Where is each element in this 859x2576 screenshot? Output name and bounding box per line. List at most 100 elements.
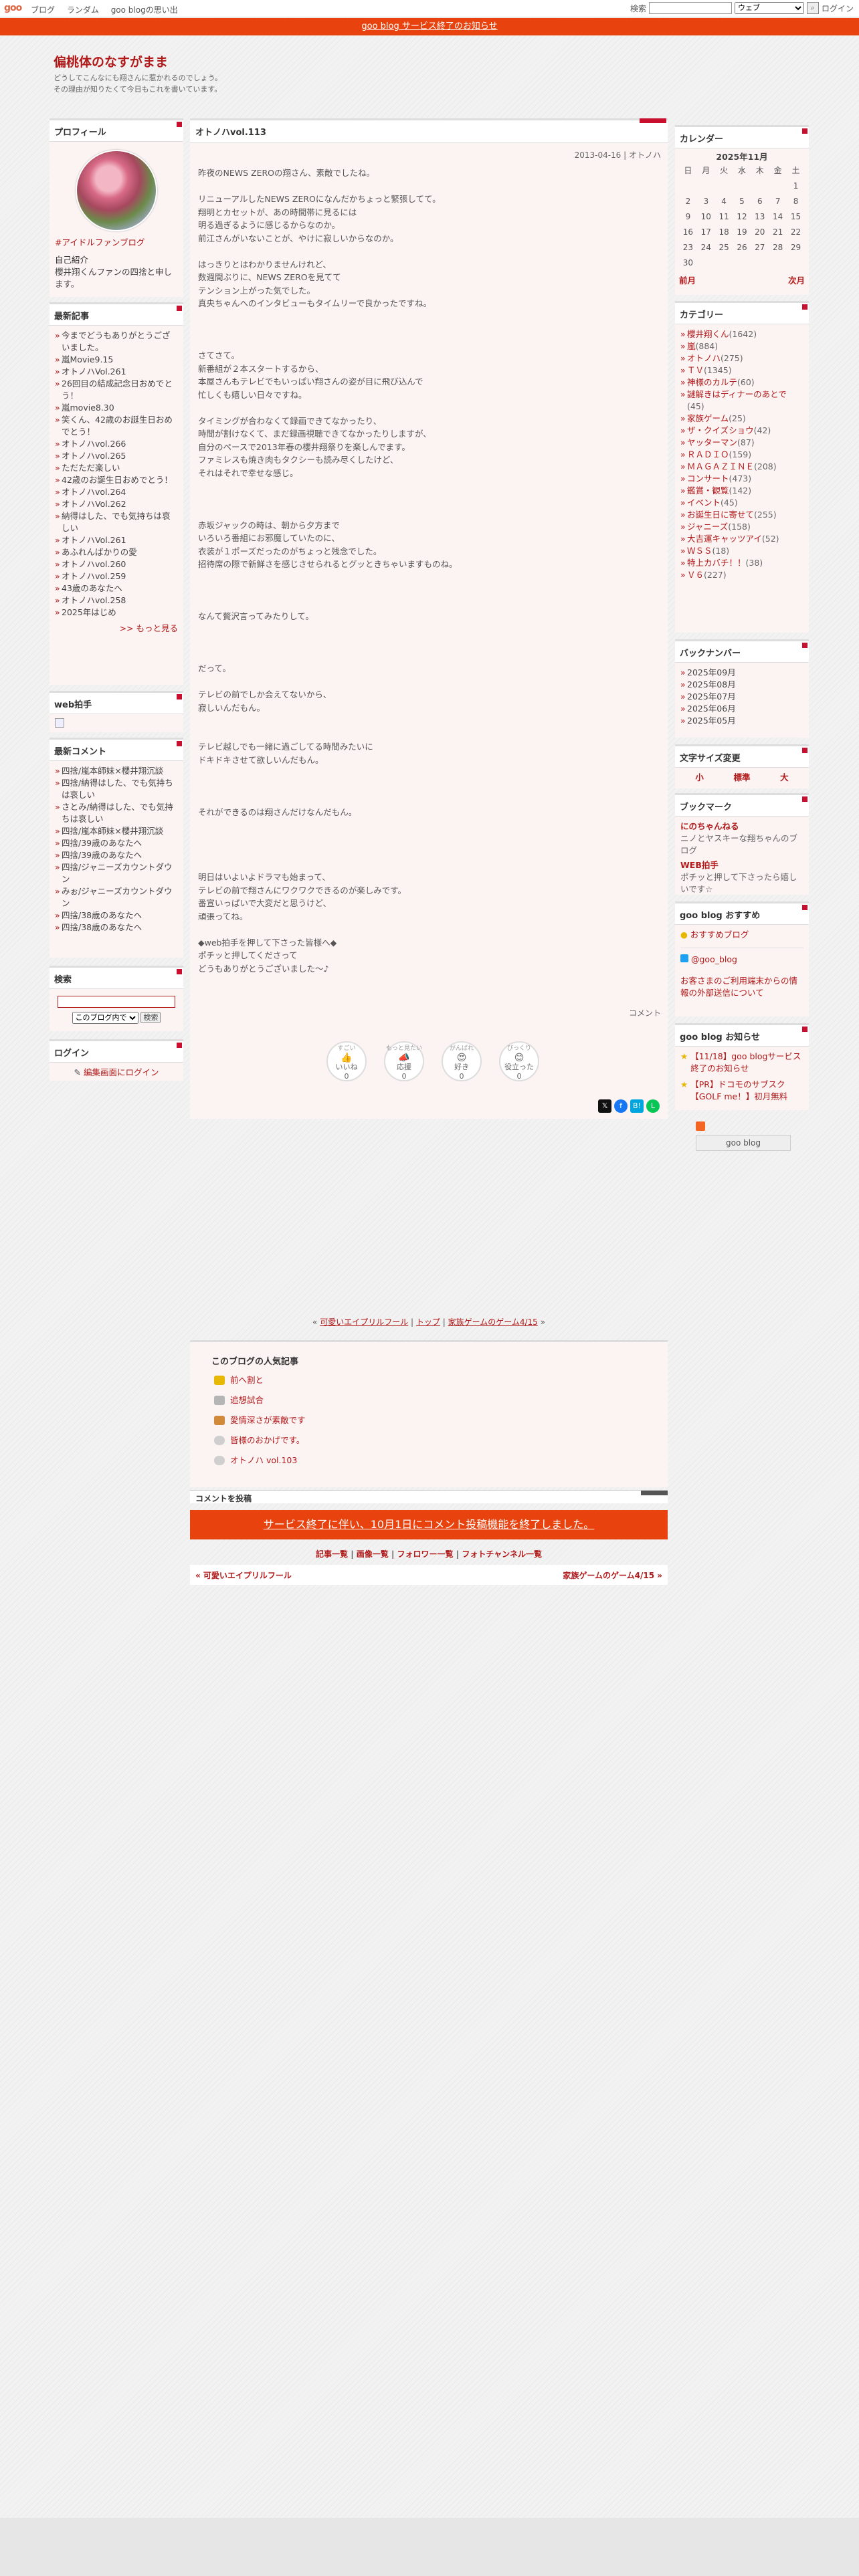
recent-post-link[interactable]: オトノハVol.261 — [55, 534, 178, 546]
category-item[interactable]: ジャニーズ(158) — [680, 521, 803, 533]
reaction-button[interactable]: すごい 👍 いいね 0 — [326, 1041, 367, 1081]
recent-post-link[interactable]: 嵐Movie9.15 — [55, 354, 178, 366]
category-link[interactable]: お誕生日に寄せて — [687, 510, 754, 520]
goo-blog-button[interactable]: goo blog — [696, 1135, 791, 1151]
bookmark-link[interactable]: にのちゃんねる — [680, 821, 739, 831]
popular-item[interactable]: オトノハ vol.103 — [214, 1454, 668, 1467]
next-post-link[interactable]: 家族ゲームのゲーム4/15 » — [563, 1570, 662, 1581]
backnumber-link[interactable]: 2025年05月 — [680, 715, 803, 727]
webclap-image-icon[interactable] — [55, 718, 64, 728]
popular-item[interactable]: 皆様のおかげです。 — [214, 1434, 668, 1446]
category-item[interactable]: オトノハ(275) — [680, 352, 803, 364]
service-end-link[interactable]: goo blog サービス終了のお知らせ — [361, 21, 497, 31]
reaction-button[interactable]: もっと見たい 📣 応援 0 — [384, 1041, 424, 1081]
recent-post-link[interactable]: オトノハvol.260 — [55, 558, 178, 570]
popular-link[interactable]: 前へ割と — [230, 1374, 264, 1386]
font-size-small[interactable]: 小 — [695, 772, 704, 784]
recommend-blog-link[interactable]: おすすめブログ — [690, 930, 749, 940]
category-item[interactable]: ヤッターマン(87) — [680, 437, 803, 449]
recent-post-link[interactable]: 嵐movie8.30 — [55, 402, 178, 414]
popular-link[interactable]: オトノハ vol.103 — [230, 1454, 297, 1467]
category-link[interactable]: オトノハ — [687, 353, 721, 363]
facebook-share-icon[interactable]: f — [614, 1099, 628, 1113]
category-item[interactable]: 嵐(884) — [680, 340, 803, 352]
line-share-icon[interactable]: L — [646, 1099, 660, 1113]
category-item[interactable]: お誕生日に寄せて(255) — [680, 509, 803, 521]
font-size-large[interactable]: 大 — [780, 772, 789, 784]
backnumber-link[interactable]: 2025年09月 — [680, 667, 803, 679]
recent-comment-link[interactable]: さとみ/納得はした、でも気持ちは哀しい — [55, 801, 178, 825]
category-link[interactable]: ザ・クイズショウ — [687, 425, 754, 435]
x-share-icon[interactable]: 𝕏 — [598, 1099, 611, 1113]
pager-link[interactable]: 可愛いエイプリルフール — [320, 1317, 408, 1327]
top-nav-memories[interactable]: goo blogの思い出 — [111, 5, 178, 15]
pager-link[interactable]: トップ — [416, 1317, 440, 1327]
category-link[interactable]: イベント — [687, 498, 721, 508]
category-item[interactable]: 家族ゲーム(25) — [680, 413, 803, 425]
more-posts-link[interactable]: >> もっと見る — [55, 623, 178, 635]
recent-post-link[interactable]: 42歳のお誕生日おめでとう！ — [55, 474, 178, 486]
recent-post-link[interactable]: 納得はした、でも気持ちは哀しい — [55, 510, 178, 534]
blog-search-button[interactable]: 検索 — [140, 1012, 161, 1023]
recent-comment-link[interactable]: 四捨/38歳のあなたへ — [55, 909, 178, 922]
blog-search-input[interactable] — [58, 996, 175, 1008]
category-link[interactable]: ヤッターマン — [687, 437, 737, 447]
backnumber-link[interactable]: 2025年07月 — [680, 691, 803, 703]
goo-info-link[interactable]: 【PR】ドコモのサブスク【GOLF me！】初月無料 — [690, 1079, 803, 1103]
category-item[interactable]: 鑑賞・観覧(142) — [680, 485, 803, 497]
category-item[interactable]: イベント(45) — [680, 497, 803, 509]
recent-comment-link[interactable]: 四捨/38歳のあなたへ — [55, 922, 178, 934]
category-item[interactable]: ザ・クイズショウ(42) — [680, 425, 803, 437]
login-link[interactable]: ログイン — [822, 3, 854, 14]
recent-comment-link[interactable]: 四捨/ジャニーズカウントダウン — [55, 861, 178, 885]
prev-post-link[interactable]: « 可愛いエイプリルフール — [195, 1571, 292, 1580]
recent-comment-link[interactable]: 四捨/嵐本師妹×櫻井翔沉談 — [55, 825, 178, 837]
category-item[interactable]: 大吉運キャッツアイ(52) — [680, 533, 803, 545]
category-link[interactable]: ＴＶ — [687, 365, 704, 375]
blog-title[interactable]: 偏桃体のなすがまま — [54, 52, 168, 70]
search-scope-select[interactable]: ウェブ — [734, 2, 804, 14]
footlink[interactable]: フォロワー一覧 — [397, 1549, 454, 1559]
footlink[interactable]: フォトチャンネル一覧 — [462, 1549, 542, 1559]
comment-link[interactable]: コメント — [629, 1007, 661, 1018]
recent-post-link[interactable]: あふれんばかりの愛 — [55, 546, 178, 558]
category-item[interactable]: 神様のカルテ(60) — [680, 377, 803, 389]
backnumber-link[interactable]: 2025年08月 — [680, 679, 803, 691]
category-link[interactable]: 鑑賞・観覧 — [687, 486, 729, 496]
goo-logo[interactable]: goo — [4, 3, 22, 13]
top-search-input[interactable] — [648, 2, 732, 14]
category-item[interactable]: ＷＳＳ(18) — [680, 545, 803, 557]
popular-link[interactable]: 追想試合 — [230, 1394, 264, 1406]
category-item[interactable]: 櫻井翔くん(1642) — [680, 328, 803, 340]
recent-post-link[interactable]: 笑くん、42歳のお誕生日おめでとう！ — [55, 414, 178, 438]
category-link[interactable]: ジャニーズ — [687, 522, 728, 532]
recent-post-link[interactable]: オトノハVol.261 — [55, 366, 178, 378]
category-link[interactable]: ＲＡＤＩＯ — [687, 449, 729, 459]
category-link[interactable]: 謎解きはディナーのあとで — [687, 389, 787, 399]
recent-post-link[interactable]: 26回目の結成記念日おめでとう！ — [55, 378, 178, 402]
recent-post-link[interactable]: オトノハvol.258 — [55, 595, 178, 607]
category-link[interactable]: ＷＳＳ — [687, 546, 712, 556]
admin-login-link[interactable]: 編集画面にログイン — [84, 1067, 159, 1077]
hatena-share-icon[interactable]: B! — [630, 1099, 644, 1113]
category-item[interactable]: 特上カバチ！！(38) — [680, 557, 803, 569]
recent-post-link[interactable]: 2025年はじめ — [55, 607, 178, 619]
recent-post-link[interactable]: オトノハVol.262 — [55, 498, 178, 510]
popular-item[interactable]: 愛情深さが素敵です — [214, 1414, 668, 1426]
recent-post-link[interactable]: オトノハvol.266 — [55, 438, 178, 450]
recent-comment-link[interactable]: みぉ/ジャニーズカウントダウン — [55, 885, 178, 909]
external-transmission-link[interactable]: お客さまのご利用端末からの情報の外部送信について — [680, 976, 797, 998]
reaction-button[interactable]: がんばれ 😍 好き 0 — [442, 1041, 482, 1081]
reaction-button[interactable]: びっくり 😊 役立った 0 — [499, 1041, 539, 1081]
category-item[interactable]: ＲＡＤＩＯ(159) — [680, 449, 803, 461]
blog-search-scope[interactable]: このブログ内で — [72, 1011, 138, 1024]
category-link[interactable]: ＭＡＧＡＺＩＮＥ — [687, 461, 754, 471]
calendar-prev-month[interactable]: 前月 — [679, 275, 696, 287]
popular-link[interactable]: 愛情深さが素敵です — [230, 1414, 306, 1426]
popular-item[interactable]: 前へ割と — [214, 1374, 668, 1386]
goo-info-link[interactable]: 【11/18】goo blogサービス終了のお知らせ — [690, 1051, 803, 1075]
category-item[interactable]: 謎解きはディナーのあとで (45) — [680, 389, 803, 413]
recent-post-link[interactable]: 43歳のあなたへ — [55, 582, 178, 595]
recent-post-link[interactable]: オトノハvol.259 — [55, 570, 178, 582]
article-date-category[interactable]: 2013-04-16 | オトノハ — [190, 143, 668, 167]
